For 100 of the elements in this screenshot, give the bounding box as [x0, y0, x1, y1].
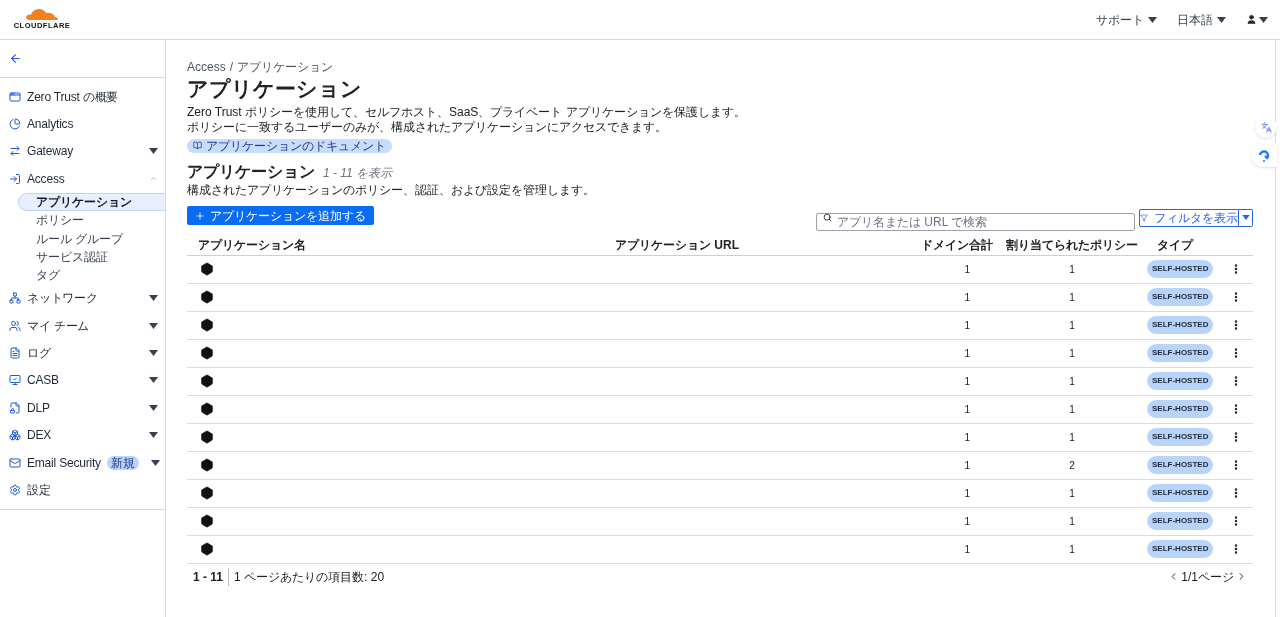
breadcrumb-link[interactable]: Access [187, 60, 226, 74]
sidebar-subitem[interactable]: ルール グループ [0, 229, 165, 248]
caret-icon [149, 322, 158, 329]
breadcrumb-separator: / [229, 60, 234, 74]
table-cell-text: 1 [1068, 514, 1076, 529]
translate-icon [1260, 121, 1272, 133]
table-cell-text: 1 [1068, 374, 1076, 389]
network-icon [9, 292, 21, 305]
result-count: 1 - 11 を表示 [323, 164, 393, 182]
filter-dropdown-button[interactable] [1239, 208, 1253, 227]
sidebar-item[interactable]: Analytics [0, 110, 165, 138]
page-description: Zero Trust ポリシーを使用して、セルフホスト、SaaS、プライベート アプリケーションを保護します。ポリシーに一致するユーザーのみが、構成されたアプリケーションにアクセスできます。 [187, 105, 747, 135]
sidebar-item[interactable]: Gateway [0, 137, 165, 166]
new-badge: 新規 [106, 455, 139, 470]
sidebar-item[interactable]: DLP [0, 394, 165, 422]
cube-icon [200, 402, 214, 416]
caret-icon [149, 432, 158, 439]
sidebar-item[interactable]: 設定 [0, 476, 165, 504]
search-icon [823, 212, 832, 222]
table-cell-text: 1 [1068, 402, 1076, 417]
type-badge: SELF-HOSTED [1147, 428, 1214, 446]
cube-icon [200, 542, 214, 556]
sidebar-item[interactable]: Zero Trust の概要 [0, 83, 165, 111]
table-cell-text: 1 [963, 318, 971, 333]
type-badge: SELF-HOSTED [1147, 260, 1214, 278]
sidebar-label: Analytics [27, 116, 74, 134]
table-cell-text: 1 [963, 290, 971, 305]
table-cell-text: 1 [1068, 346, 1076, 361]
table-cell-text: 1 [1068, 290, 1076, 305]
type-badge: SELF-HOSTED [1147, 456, 1214, 474]
header-menu[interactable]: サポート [1096, 10, 1157, 29]
sidebar-label: DEX [27, 427, 52, 445]
translate-button[interactable] [1255, 116, 1277, 138]
cube-icon [200, 346, 214, 360]
type-badge: SELF-HOSTED [1147, 400, 1214, 418]
search-field[interactable]: アプリ名または URL で検索 [816, 212, 1135, 231]
pie-chart-icon [9, 118, 21, 131]
items-per-page: 1 ページあたりの項目数: 20 [233, 568, 385, 586]
page-indicator: 1/1ページ [1180, 568, 1235, 586]
sidebar-item[interactable]: ログ [0, 339, 165, 367]
sidebar-item[interactable]: ネットワーク [0, 284, 165, 312]
monitor-check-icon [9, 374, 21, 387]
caret-icon [149, 148, 158, 155]
sidebar-item[interactable]: CASB [0, 366, 165, 395]
table-cell-text: 1 [963, 262, 971, 277]
cube-icon [200, 374, 214, 388]
back-icon[interactable] [9, 52, 22, 65]
column-header: アプリケーション名 [197, 237, 307, 254]
user-icon [1246, 14, 1257, 25]
cube-icon [200, 262, 214, 276]
caret-icon [150, 459, 160, 466]
table-cell-text: 1 [1068, 542, 1076, 557]
sidebar-label: ネットワーク [27, 290, 98, 308]
table-cell-text: 1 [963, 486, 971, 501]
team-icon [9, 319, 21, 332]
sidebar-label: 設定 [27, 481, 51, 499]
cube-icon [200, 318, 214, 332]
sidebar-label: ログ [27, 345, 51, 362]
cube-icon [200, 486, 214, 500]
documentation-link[interactable]: アプリケーションのドキュメント [187, 138, 392, 153]
sidebar-subitem[interactable]: アプリケーション [18, 192, 165, 211]
assistant-button[interactable] [1251, 143, 1277, 167]
type-badge: SELF-HOSTED [1147, 512, 1214, 530]
sidebar-label: Gateway [27, 143, 73, 161]
type-badge: SELF-HOSTED [1147, 288, 1214, 306]
sidebar-subitem[interactable]: ポリシー [0, 210, 165, 230]
sidebar-item[interactable]: Access [0, 165, 165, 193]
cube-icon [200, 458, 214, 472]
sidebar-item[interactable]: DEX [0, 421, 165, 449]
cube-icon [200, 514, 214, 528]
caret-icon [149, 377, 158, 384]
add-application-button[interactable]: アプリケーションを追加する [187, 206, 374, 225]
document-icon [9, 347, 21, 359]
caret-icon [149, 350, 158, 356]
settings-icon [9, 483, 21, 496]
header-menu[interactable]: 日本語 [1177, 10, 1226, 29]
cloud-icon [25, 7, 59, 21]
page-range: 1 - 11 [193, 567, 230, 586]
sidebar-label: マイ チーム [27, 317, 90, 335]
section-subtitle: 構成されたアプリケーションのポリシー、認証、および設定を管理します。 [187, 182, 596, 198]
account-menu[interactable] [1246, 14, 1268, 25]
sidebar-item[interactable]: Email Security 新規 [0, 448, 165, 477]
table-cell-text: 1 [963, 542, 971, 557]
book-icon [193, 141, 202, 150]
sidebar-label: Zero Trust の概要 [27, 88, 119, 106]
filter-button[interactable]: フィルタを表示 [1139, 208, 1239, 227]
sidebar-label: Email Security [27, 454, 101, 472]
sidebar-label: Access [27, 170, 65, 188]
sidebar-subitem[interactable]: サービス認証 [0, 247, 165, 267]
cube-icon [200, 430, 214, 444]
column-header: アプリケーション URL [614, 237, 740, 254]
sidebar-item[interactable]: マイ チーム [0, 311, 165, 340]
table-cell-text: 1 [1068, 486, 1076, 501]
sidebar-subitem[interactable]: タグ [0, 266, 165, 285]
type-badge: SELF-HOSTED [1147, 372, 1214, 390]
column-header: 割り当てられたポリシー [1005, 237, 1139, 254]
filter-icon [1140, 213, 1148, 222]
assistant-icon [1258, 148, 1270, 162]
breadcrumb-link[interactable]: アプリケーション [237, 60, 334, 74]
window-icon [9, 90, 21, 103]
